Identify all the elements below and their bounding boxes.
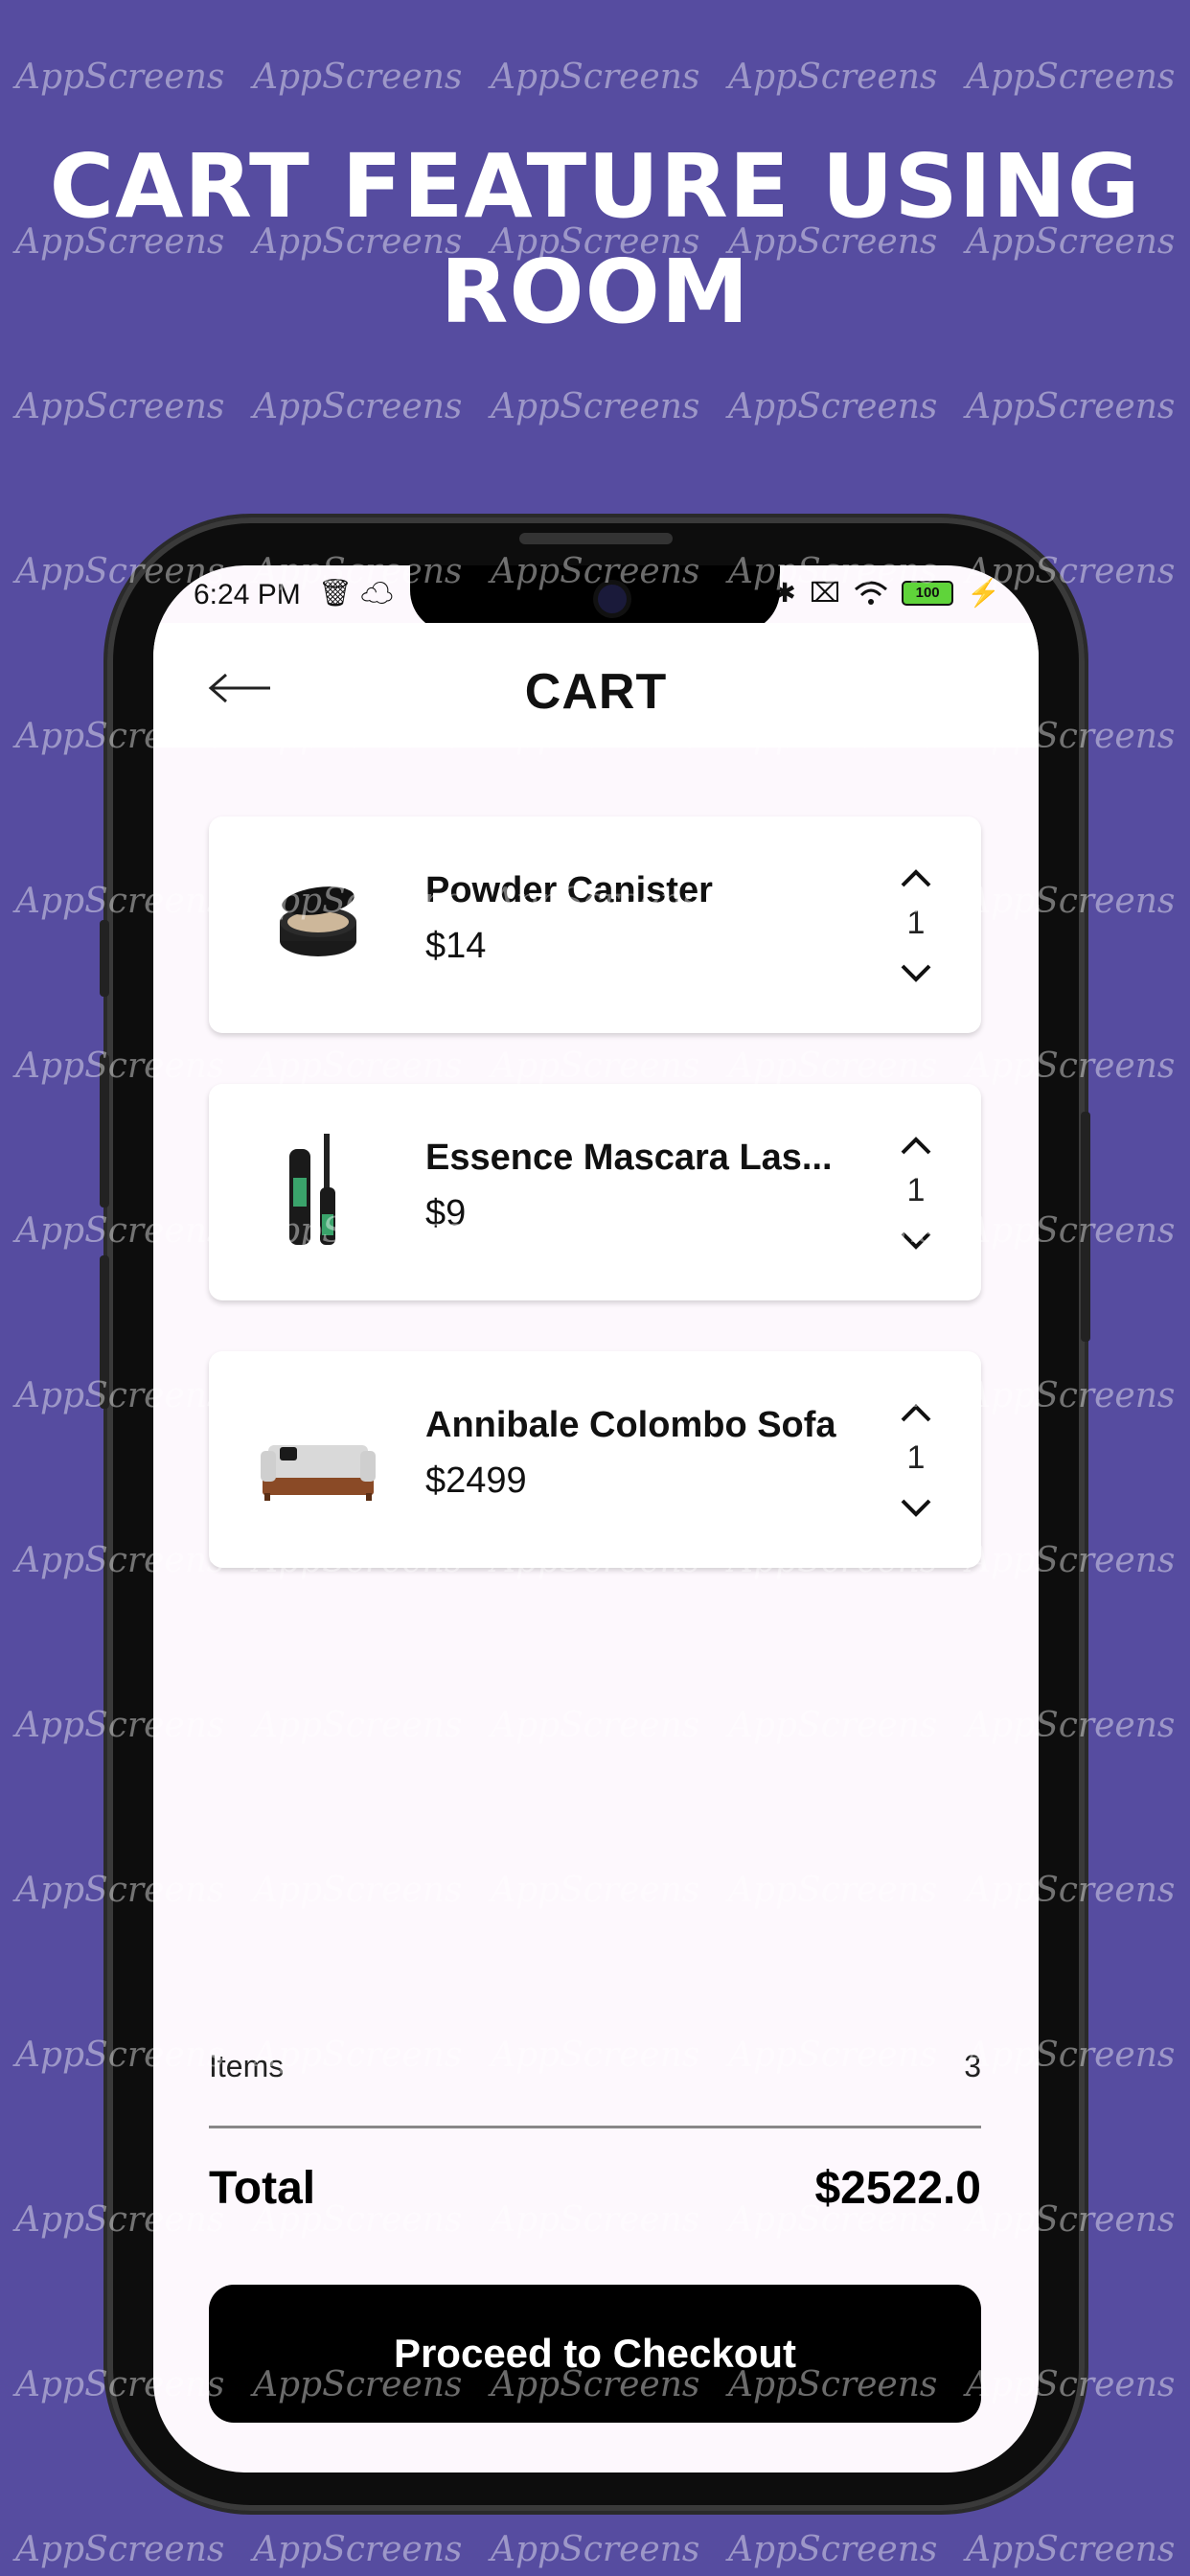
status-time: 6:24 PM <box>194 579 301 610</box>
divider <box>209 2126 981 2128</box>
sofa-image <box>261 1445 376 1501</box>
headline-line-1: CART FEATURE USING <box>49 135 1141 238</box>
cart-list: Powder Canister $14 1 Essence Mascara La… <box>209 816 981 1619</box>
trash-icon: 🗑 <box>318 578 353 608</box>
chevron-down-icon[interactable] <box>897 1493 935 1522</box>
chevron-down-icon[interactable] <box>897 1226 935 1254</box>
system-icons: ✱ ⌧ 100 ⚡ <box>773 577 1000 609</box>
watermark-text: AppScreens <box>966 58 1176 97</box>
watermark-text: AppScreens <box>253 58 463 97</box>
watermark-text: AppScreens <box>253 2530 463 2569</box>
powder-compact-image <box>280 886 356 956</box>
watermark-text: AppScreens <box>728 387 938 426</box>
watermark-text: AppScreens <box>728 58 938 97</box>
no-sim-icon: ⌧ <box>809 578 841 608</box>
watermark-text: AppScreens <box>491 387 700 426</box>
cart-item[interactable]: Powder Canister $14 1 <box>209 816 981 1033</box>
page-title: CART <box>524 664 668 720</box>
chevron-down-icon[interactable] <box>897 958 935 987</box>
watermark-text: AppScreens <box>966 2530 1176 2569</box>
notification-icons: 🗑 ☁ <box>318 577 394 609</box>
front-camera <box>598 585 627 613</box>
cart-item[interactable]: Essence Mascara Las... $9 1 <box>209 1084 981 1300</box>
app-screen: 6:24 PM 🗑 ☁ ✱ ⌧ 100 ⚡ CART Powder Canist… <box>153 565 1039 2472</box>
mascara-image <box>289 1134 335 1245</box>
items-label: Items <box>209 2049 285 2083</box>
total-label: Total <box>209 2163 316 2214</box>
watermark-text: AppScreens <box>15 387 225 426</box>
item-price: $14 <box>425 926 487 966</box>
items-count: 3 <box>964 2049 981 2083</box>
phone-side-button <box>100 1255 109 1409</box>
item-price: $9 <box>425 1193 467 1233</box>
phone-side-button <box>100 1054 109 1208</box>
item-name: Powder Canister <box>425 870 713 910</box>
item-quantity: 1 <box>906 1439 926 1476</box>
watermark-text: AppScreens <box>15 58 225 97</box>
wifi-icon <box>855 581 888 605</box>
item-name: Essence Mascara Las... <box>425 1138 833 1178</box>
app-header: CART <box>153 623 1039 748</box>
headline: CART FEATURE USING ROOM <box>0 134 1190 345</box>
watermark-text: AppScreens <box>728 2530 938 2569</box>
phone-speaker <box>519 533 673 544</box>
cloud-icon: ☁ <box>359 578 394 608</box>
phone-power-button <box>1081 1112 1090 1342</box>
watermark-text: AppScreens <box>491 58 700 97</box>
item-name: Annibale Colombo Sofa <box>425 1405 836 1445</box>
headline-line-2: ROOM <box>440 241 750 343</box>
chevron-up-icon[interactable] <box>897 1132 935 1161</box>
watermark-text: AppScreens <box>491 2530 700 2569</box>
watermark-text: AppScreens <box>966 387 1176 426</box>
battery-icon: 100 <box>902 580 954 606</box>
chevron-up-icon[interactable] <box>897 1399 935 1428</box>
watermark-text: AppScreens <box>253 387 463 426</box>
phone-side-button <box>100 920 109 997</box>
cart-item[interactable]: Annibale Colombo Sofa $2499 1 <box>209 1351 981 1568</box>
item-quantity: 1 <box>906 905 926 941</box>
chevron-up-icon[interactable] <box>897 864 935 893</box>
item-price: $2499 <box>425 1460 527 1501</box>
total-value: $2522.0 <box>814 2163 981 2214</box>
watermark-text: AppScreens <box>15 2530 225 2569</box>
item-quantity: 1 <box>906 1172 926 1208</box>
checkout-button[interactable]: Proceed to Checkout <box>209 2285 981 2423</box>
charging-icon: ⚡ <box>967 578 1000 608</box>
